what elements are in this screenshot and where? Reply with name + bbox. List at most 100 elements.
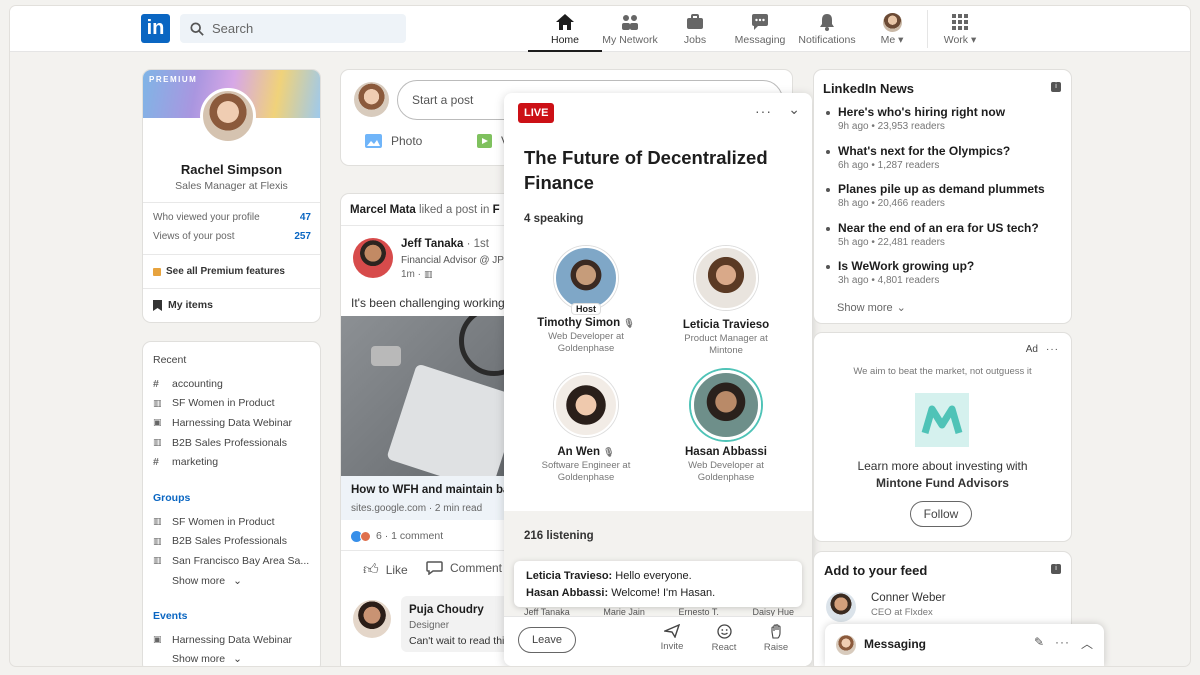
- actor-name[interactable]: Marcel Mata: [350, 204, 416, 216]
- news-show-more[interactable]: Show more ⌄: [837, 301, 906, 315]
- nav-work[interactable]: Work ▾: [923, 6, 997, 52]
- recent-item-label: accounting: [172, 377, 223, 390]
- groups-show-more[interactable]: Show more ⌄: [153, 571, 315, 591]
- link-source: sites.google.com · 2 min read: [351, 503, 483, 514]
- nav-my-network[interactable]: My Network: [593, 6, 667, 52]
- chevron-down-icon[interactable]: ⌄: [788, 101, 800, 118]
- messaging-avatar: [836, 635, 856, 655]
- top-navbar: in Search Home My Network Jobs Messaging…: [10, 6, 1190, 52]
- chevron-down-icon: ⌄: [233, 653, 242, 666]
- stat-value: 47: [299, 212, 311, 223]
- speaker-avatar: [554, 373, 618, 437]
- speaker-card[interactable]: Hasan Abbassi Web Developer at Goldenpha…: [672, 370, 780, 484]
- news-item[interactable]: Here's who's hiring right now 9h ago • 23…: [826, 105, 1066, 144]
- event-item[interactable]: ▣ Harnessing Data Webinar: [153, 630, 315, 650]
- profile-avatar[interactable]: [200, 88, 256, 144]
- bookmark-icon: [153, 299, 162, 311]
- nav-me[interactable]: Me ▾: [855, 6, 929, 52]
- nav-home[interactable]: Home: [528, 6, 602, 52]
- news-card: LinkedIn News i Here's who's hiring righ…: [814, 70, 1071, 323]
- photo-button[interactable]: Photo: [365, 134, 422, 148]
- like-button[interactable]: 👍︎ Like: [363, 561, 408, 579]
- recent-item[interactable]: ▥ SF Women in Product: [153, 394, 315, 414]
- stat-profile-views[interactable]: Who viewed your profile 47: [153, 212, 311, 223]
- author-avatar[interactable]: [353, 238, 393, 278]
- follow-button[interactable]: Follow: [910, 501, 972, 527]
- show-more-label: Show more: [172, 574, 226, 587]
- info-icon[interactable]: i: [1051, 564, 1061, 574]
- comment-button[interactable]: Comment: [426, 561, 502, 575]
- hashtag-icon: #: [153, 456, 159, 469]
- compose-icon[interactable]: ✎: [1034, 635, 1044, 649]
- group-item[interactable]: ▥ B2B Sales Professionals: [153, 532, 315, 552]
- news-item[interactable]: What's next for the Olympics? 6h ago • 1,…: [826, 144, 1066, 183]
- recent-item[interactable]: ▥ B2B Sales Professionals: [153, 433, 315, 453]
- speaker-card[interactable]: An Wen 🎙︎ Software Engineer at Goldenpha…: [532, 373, 640, 484]
- suggestion-avatar[interactable]: [826, 592, 856, 622]
- recent-item[interactable]: # accounting: [153, 374, 315, 394]
- speaker-title: Software Engineer at Goldenphase: [541, 460, 631, 483]
- nav-work-label: Work ▾: [943, 34, 977, 46]
- suggestion-name[interactable]: Conner Weber: [871, 592, 946, 604]
- nav-messaging[interactable]: Messaging: [723, 6, 797, 52]
- react-button[interactable]: React: [706, 624, 742, 653]
- premium-features-link[interactable]: See all Premium features: [153, 266, 285, 277]
- news-title: Near the end of an era for US tech?: [838, 220, 1039, 235]
- host-badge: Host: [572, 304, 600, 314]
- commenter-name[interactable]: Puja Choudry: [409, 604, 484, 616]
- news-meta: 6h ago • 1,287 readers: [838, 159, 940, 171]
- messaging-dock[interactable]: Messaging ✎ ··· ︿: [825, 624, 1104, 666]
- chevron-up-icon[interactable]: ︿: [1081, 635, 1093, 652]
- chevron-down-icon: ⌄: [896, 302, 906, 314]
- nav-notifications[interactable]: Notifications: [790, 6, 864, 52]
- events-show-more[interactable]: Show more ⌄: [153, 650, 315, 666]
- info-icon[interactable]: i: [1051, 82, 1061, 92]
- my-items-link[interactable]: My items: [153, 299, 213, 311]
- speaker-title: Web Developer at Goldenphase: [688, 460, 764, 483]
- groups-heading[interactable]: Groups: [153, 492, 190, 504]
- linkedin-logo[interactable]: in: [141, 14, 170, 43]
- messaging-label: Messaging: [864, 637, 927, 651]
- commenter-avatar[interactable]: [353, 600, 391, 638]
- news-item[interactable]: Planes pile up as demand plummets 8h ago …: [826, 182, 1066, 221]
- news-meta: 3h ago • 4,801 readers: [838, 275, 940, 287]
- leave-button[interactable]: Leave: [518, 627, 576, 653]
- speaker-name: Leticia Travieso: [682, 319, 770, 331]
- stat-post-views[interactable]: Views of your post 257: [153, 231, 311, 242]
- speaker-card[interactable]: Leticia Travieso Product Manager at Mint…: [672, 246, 780, 357]
- search-input[interactable]: Search: [180, 14, 406, 43]
- news-meta: 5h ago • 22,481 readers: [838, 236, 945, 248]
- invite-button[interactable]: Invite: [654, 623, 690, 652]
- group-item[interactable]: ▥ San Francisco Bay Area Sa...: [153, 551, 315, 571]
- recent-item[interactable]: # marketing: [153, 452, 315, 472]
- group-icon: ▥: [153, 555, 162, 566]
- more-options-icon[interactable]: ···: [1046, 344, 1059, 355]
- events-heading[interactable]: Events: [153, 610, 187, 622]
- recent-heading: Recent: [153, 354, 187, 366]
- author-name[interactable]: Jeff Tanaka: [401, 238, 463, 250]
- nav-jobs[interactable]: Jobs: [658, 6, 732, 52]
- link-title: How to WFH and maintain ba: [351, 484, 510, 496]
- comment-label: Comment: [450, 561, 503, 575]
- ad-company-logo[interactable]: [915, 393, 969, 447]
- reactions-summary[interactable]: 6 · 1 comment: [351, 530, 443, 542]
- ad-company-name[interactable]: Mintone Fund Advisors: [814, 476, 1071, 490]
- speaker-card[interactable]: Host Timothy Simon 🎙︎ Web Developer at G…: [532, 246, 640, 355]
- news-meta: 9h ago • 23,953 readers: [838, 121, 945, 132]
- photo-label: Photo: [391, 134, 423, 148]
- keys-shape: [371, 346, 401, 366]
- speaker-avatar: [554, 246, 618, 310]
- raise-hand-button[interactable]: Raise: [758, 624, 794, 653]
- messaging-icon: [752, 14, 768, 30]
- more-options-icon[interactable]: ···: [1055, 635, 1070, 649]
- news-item[interactable]: Near the end of an era for US tech? 5h ag…: [826, 221, 1066, 260]
- group-item[interactable]: ▥ SF Women in Product: [153, 512, 315, 532]
- profile-name[interactable]: Rachel Simpson: [143, 162, 320, 177]
- raise-label: Raise: [763, 642, 789, 653]
- more-options-icon[interactable]: ···: [755, 103, 772, 119]
- news-item[interactable]: Is WeWork growing up? 3h ago • 4,801 read…: [826, 259, 1066, 298]
- app-window: in Search Home My Network Jobs Messaging…: [10, 6, 1190, 666]
- news-list: Here's who's hiring right now 9h ago • 23…: [826, 105, 1066, 298]
- recent-item[interactable]: ▣ Harnessing Data Webinar: [153, 413, 315, 433]
- divider: [143, 288, 320, 289]
